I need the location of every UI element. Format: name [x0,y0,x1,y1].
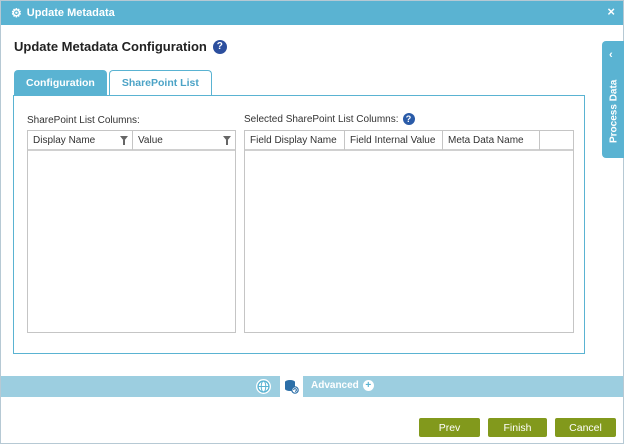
plus-icon: + [362,380,374,391]
tab-configuration[interactable]: Configuration [14,70,107,95]
column-field-display-name[interactable]: Field Display Name [245,131,345,150]
bottom-toolbar: Advanced + [1,376,623,397]
column-display-name[interactable]: Display Name [28,131,133,150]
process-data-label: Process Data [608,79,620,143]
title-bar: ⚙ Update Metadata × [1,1,623,25]
cancel-button[interactable]: Cancel [555,418,616,437]
process-data-side-tab[interactable]: ‹ Process Data [602,41,624,158]
filter-icon[interactable] [223,136,231,145]
chevron-left-icon: ‹ [609,49,613,61]
grid-header: Field Display Name Field Internal Value … [245,131,573,151]
column-field-internal-value-label: Field Internal Value [350,135,436,146]
close-icon[interactable]: × [607,5,615,18]
window-title: Update Metadata [26,7,115,19]
column-value-label: Value [138,135,163,146]
page-title: Update Metadata Configuration ? [14,39,227,54]
database-icon[interactable] [280,376,303,397]
tab-configuration-label: Configuration [26,76,95,89]
sharepoint-list-columns-label-text: SharePoint List Columns: [27,115,140,126]
column-field-display-name-label: Field Display Name [250,135,337,146]
sharepoint-list-columns-grid[interactable]: Display Name Value [27,130,236,333]
selected-columns-grid[interactable]: Field Display Name Field Internal Value … [244,130,574,333]
help-icon[interactable]: ? [212,39,227,54]
filter-icon[interactable] [120,136,128,145]
gear-icon: ⚙ [11,6,22,20]
sharepoint-list-panel: SharePoint List Columns: Display Name Va… [13,95,585,354]
column-field-internal-value[interactable]: Field Internal Value [345,131,443,150]
selected-columns-label-text: Selected SharePoint List Columns: [244,113,399,125]
column-actions [540,131,573,150]
column-meta-data-name[interactable]: Meta Data Name [443,131,540,150]
column-value[interactable]: Value [133,131,235,150]
sharepoint-list-columns-label: SharePoint List Columns: [27,115,140,126]
help-icon[interactable]: ? [402,113,415,125]
finish-button[interactable]: Finish [488,418,547,437]
selected-columns-label: Selected SharePoint List Columns: ? [244,113,415,125]
advanced-toggle[interactable]: Advanced + [311,380,374,391]
update-metadata-dialog: ⚙ Update Metadata × Update Metadata Conf… [0,0,624,444]
tab-strip: Configuration SharePoint List [14,70,214,96]
column-display-name-label: Display Name [33,135,96,146]
advanced-label: Advanced [311,380,359,391]
grid-header: Display Name Value [28,131,235,151]
column-meta-data-name-label: Meta Data Name [448,135,524,146]
tab-sharepoint-list[interactable]: SharePoint List [108,70,212,96]
tab-sharepoint-list-label: SharePoint List [121,77,199,89]
globe-icon[interactable] [256,379,271,394]
prev-button[interactable]: Prev [419,418,480,437]
page-title-text: Update Metadata Configuration [14,39,207,54]
